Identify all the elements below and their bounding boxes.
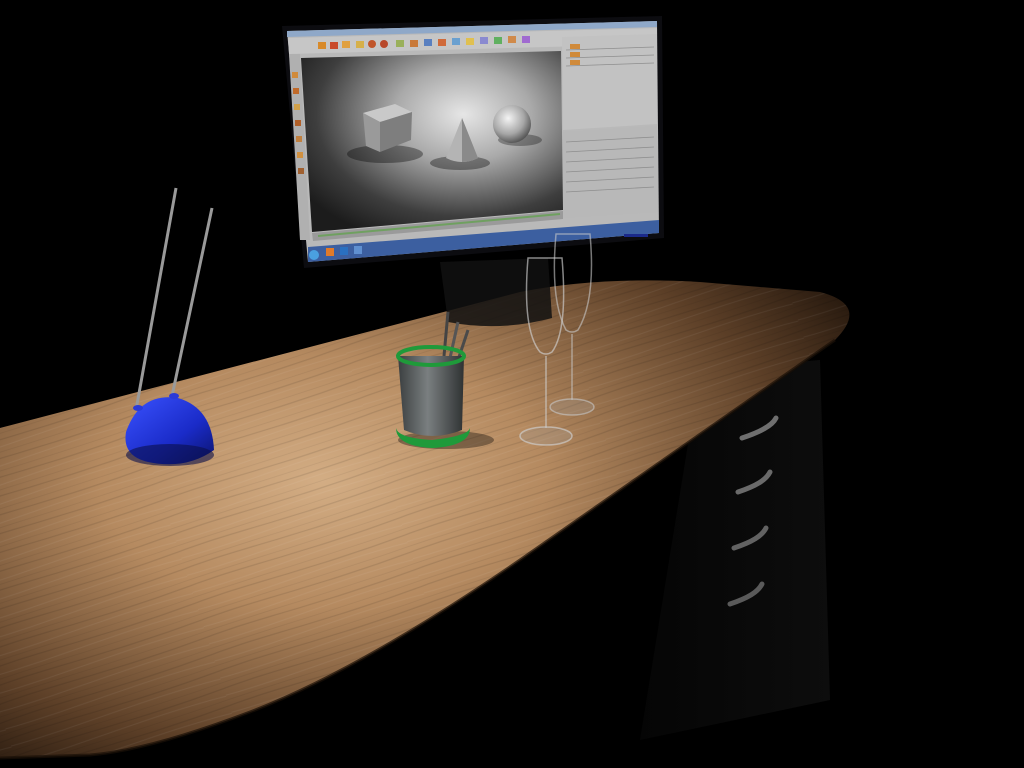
monitor-stand bbox=[440, 258, 552, 327]
viewport-sphere bbox=[493, 105, 531, 143]
start-button-icon bbox=[309, 250, 319, 260]
cup-body bbox=[398, 356, 464, 436]
desk-scene bbox=[0, 0, 1024, 768]
